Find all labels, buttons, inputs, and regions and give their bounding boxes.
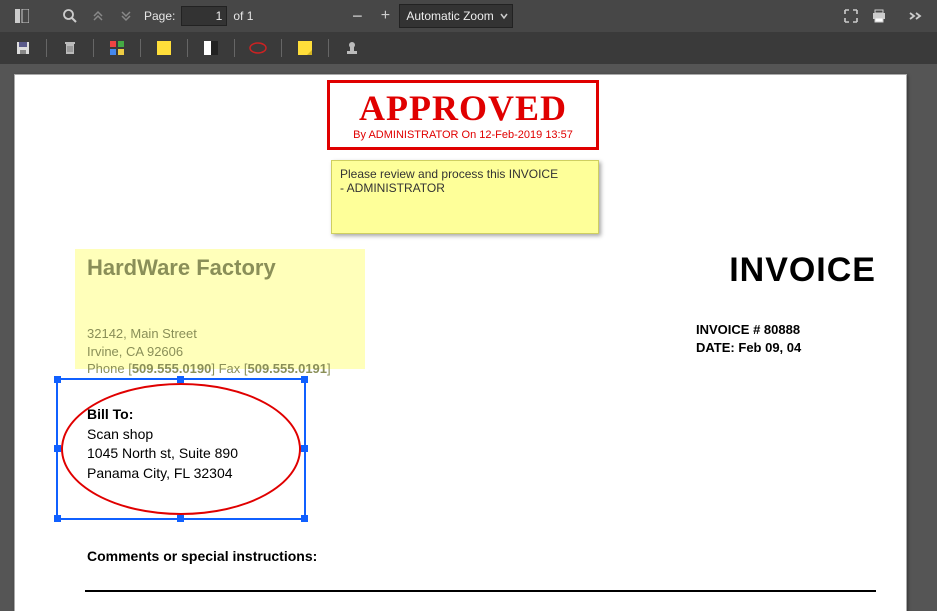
company-name: HardWare Factory [87, 255, 276, 281]
zoom-in-icon[interactable]: + [373, 4, 397, 28]
chevron-down-icon [500, 9, 508, 23]
sticky-note[interactable]: Please review and process this INVOICE -… [331, 160, 599, 234]
zoom-mode-select[interactable]: Automatic Zoom [399, 4, 512, 28]
bill-to-block: Bill To: Scan shop 1045 North st, Suite … [87, 405, 238, 483]
highlight-tool-icon[interactable] [153, 37, 175, 59]
bill-to-city: Panama City, FL 32304 [87, 464, 238, 484]
resize-handle[interactable] [301, 376, 308, 383]
resize-handle[interactable] [177, 515, 184, 522]
color-palette-icon[interactable] [106, 37, 128, 59]
stamp-subtitle: By ADMINISTRATOR On 12-Feb-2019 13:57 [330, 129, 596, 141]
resize-handle[interactable] [54, 515, 61, 522]
resize-handle[interactable] [54, 376, 61, 383]
resize-handle[interactable] [301, 515, 308, 522]
invoice-number: 80888 [764, 322, 800, 337]
search-icon[interactable] [58, 4, 82, 28]
bill-to-street: 1045 North st, Suite 890 [87, 444, 238, 464]
note-line1: Please review and process this INVOICE [340, 167, 590, 181]
delete-icon[interactable] [59, 37, 81, 59]
sidebar-toggle-icon[interactable] [10, 4, 34, 28]
save-icon[interactable] [12, 37, 34, 59]
invoice-title: INVOICE [729, 251, 876, 290]
comments-label: Comments or special instructions: [87, 548, 317, 564]
resize-handle[interactable] [54, 445, 61, 452]
resize-handle[interactable] [301, 445, 308, 452]
page-count-label: of 1 [233, 9, 253, 23]
zoom-mode-label: Automatic Zoom [406, 9, 493, 23]
company-city: Irvine, CA 92606 [87, 343, 331, 361]
pdf-toolbar: Page: of 1 − + Automatic Zoom [0, 0, 937, 32]
bill-to-label: Bill To: [87, 405, 238, 425]
zoom-out-icon[interactable]: − [345, 4, 369, 28]
invoice-meta: INVOICE # 80888 DATE: Feb 09, 04 [696, 321, 876, 357]
annotation-toolbar [0, 32, 937, 66]
next-page-icon[interactable] [114, 4, 138, 28]
resize-handle[interactable] [177, 376, 184, 383]
approved-stamp[interactable]: APPROVED By ADMINISTRATOR On 12-Feb-2019… [327, 80, 599, 150]
print-icon[interactable] [867, 4, 891, 28]
pdf-viewer[interactable]: APPROVED By ADMINISTRATOR On 12-Feb-2019… [0, 64, 937, 611]
black-white-tool-icon[interactable] [200, 37, 222, 59]
page-label: Page: [144, 9, 175, 23]
invoice-date: Feb 09, 04 [738, 340, 801, 355]
ellipse-tool-icon[interactable] [247, 37, 269, 59]
horizontal-rule [85, 590, 876, 592]
note-line2: - ADMINISTRATOR [340, 181, 590, 195]
prev-page-icon[interactable] [86, 4, 110, 28]
company-contact: Phone [509.555.0190] Fax [509.555.0191] [87, 360, 331, 378]
page-number-input[interactable] [181, 6, 227, 26]
company-address: 32142, Main Street Irvine, CA 92606 Phon… [87, 325, 331, 378]
bill-to-name: Scan shop [87, 425, 238, 445]
stamp-tool-icon[interactable] [341, 37, 363, 59]
company-street: 32142, Main Street [87, 325, 331, 343]
tools-overflow-icon[interactable] [903, 4, 927, 28]
stamp-title: APPROVED [330, 87, 596, 129]
pdf-page: APPROVED By ADMINISTRATOR On 12-Feb-2019… [14, 74, 907, 611]
presentation-mode-icon[interactable] [839, 4, 863, 28]
sticky-note-tool-icon[interactable] [294, 37, 316, 59]
